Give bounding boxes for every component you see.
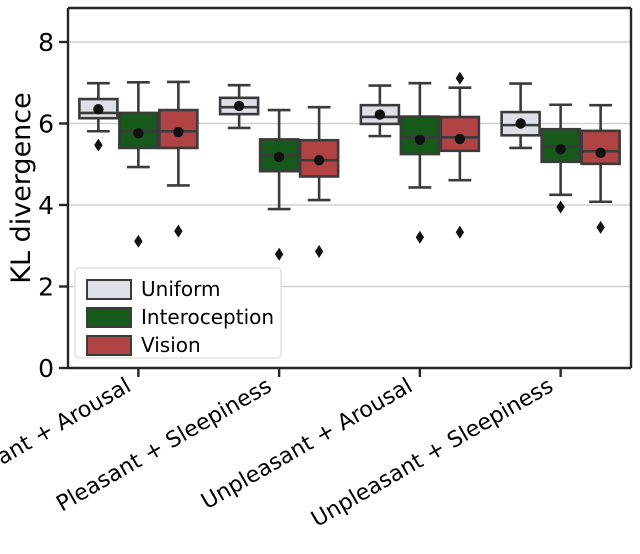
y-tick-label: 2 [38, 273, 54, 302]
legend-swatch-vision[interactable] [86, 335, 132, 356]
mean-marker [133, 128, 144, 139]
y-axis-ticks: 0 2 4 6 8 [38, 28, 68, 383]
mean-marker [414, 134, 426, 145]
kl-divergence-box-plot: 0 2 4 6 8 Pleasant + ArousalPleasant + Sleep… [0, 6, 633, 533]
mean-marker [374, 109, 386, 120]
y-axis-label: KL divergence [6, 92, 37, 284]
y-tick-label: 4 [38, 191, 54, 220]
legend-label-interoception: Interoception [141, 305, 274, 329]
mean-marker [595, 147, 606, 159]
x-axis-ticks: Pleasant + ArousalPleasant + SleepinessU… [0, 368, 562, 533]
x-tick-label: Unpleasant + Sleepiness [307, 374, 557, 533]
mean-marker [515, 118, 526, 129]
legend-label-vision: Vision [141, 333, 201, 357]
mean-marker [173, 126, 184, 138]
legend-swatch-uniform[interactable] [86, 279, 132, 300]
y-tick-label: 8 [38, 28, 54, 57]
box-plot-figure: 0 2 4 6 8 Pleasant + Arousal Pleasant + Sleep… [0, 0, 640, 554]
box-body [580, 129, 621, 166]
mean-marker [273, 151, 285, 163]
legend-swatch-interoception[interactable] [86, 307, 132, 328]
y-tick-label: 0 [38, 354, 54, 383]
legend-label-uniform: Uniform [141, 277, 221, 301]
mean-marker [555, 143, 566, 155]
mean-marker [454, 133, 466, 145]
mean-marker [93, 104, 104, 115]
mean-marker [233, 100, 245, 112]
legend[interactable]: Uniform Interoception Vision [74, 267, 282, 359]
mean-marker [313, 154, 325, 166]
y-tick-label: 6 [38, 110, 54, 139]
